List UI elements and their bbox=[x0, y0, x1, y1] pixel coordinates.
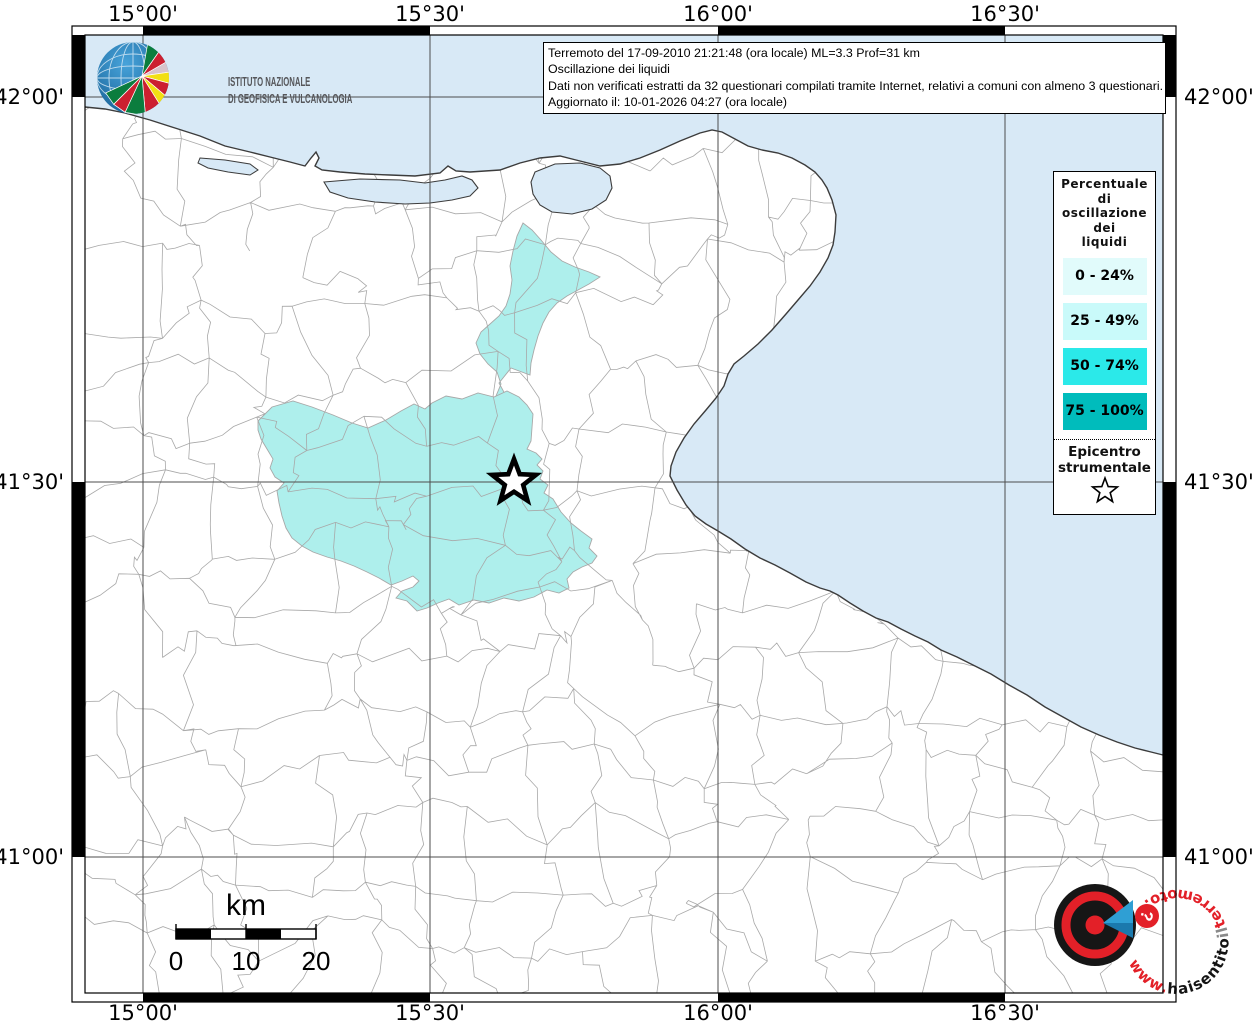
axis-bottom-0: 15°00' bbox=[108, 1001, 178, 1024]
legend-epicenter-line2: strumentale bbox=[1058, 459, 1151, 476]
axis-right-2: 41°00' bbox=[1184, 845, 1254, 869]
legend-title-line: oscillazione bbox=[1062, 206, 1147, 220]
legend-class-2-label: 50 - 74% bbox=[1070, 358, 1139, 374]
axis-bottom-3: 16°30' bbox=[970, 1001, 1040, 1024]
info-line-event: Terremoto del 17-09-2010 21:21:48 (ora l… bbox=[548, 46, 920, 60]
legend-title-line: dei bbox=[1093, 220, 1116, 235]
macroseismic-map-page: ISTITUTO NAZIONALE DI GEOFISICA E VULCAN… bbox=[0, 0, 1256, 1024]
scale-bar-unit: km bbox=[226, 889, 266, 922]
ingv-name-line2: DI GEOFISICA E VULCANOLOGIA bbox=[228, 93, 353, 106]
legend-class-2-swatch: 50 - 74% bbox=[1062, 347, 1147, 385]
legend-separator bbox=[1054, 438, 1155, 440]
axis-right-0: 42°00' bbox=[1184, 85, 1254, 109]
scale-tick-20: 20 bbox=[302, 946, 331, 976]
info-line-disclaimer: Dati non verificati estratti da 32 quest… bbox=[548, 78, 1164, 93]
hsit-target-center bbox=[1085, 915, 1105, 935]
legend-title-line: di bbox=[1097, 191, 1112, 206]
legend-class-1-swatch: 25 - 49% bbox=[1062, 302, 1147, 340]
info-line-updated: Aggiornato il: 10-01-2026 04:27 (ora loc… bbox=[548, 95, 788, 110]
axis-top-2: 16°00' bbox=[683, 2, 753, 26]
axis-top-0: 15°00' bbox=[108, 2, 178, 26]
scale-tick-10: 10 bbox=[232, 946, 261, 976]
legend-epicenter-label: Epicentro strumentale bbox=[1054, 444, 1155, 476]
axis-left-0: 42°00' bbox=[0, 85, 64, 109]
legend-epicenter-line1: Epicentro bbox=[1068, 443, 1141, 460]
hsit-text-haisentito: haisentito bbox=[1167, 937, 1233, 998]
axis-right-1: 41°30' bbox=[1184, 470, 1254, 494]
axis-left-1: 41°30' bbox=[0, 470, 64, 494]
legend-title-line: liquidi bbox=[1081, 235, 1128, 249]
legend-title: Percentuale di oscillazione dei liquidi bbox=[1054, 177, 1155, 250]
axis-left-2: 41°00' bbox=[0, 845, 64, 869]
earthquake-info-box: Terremoto del 17-09-2010 21:21:48 (ora l… bbox=[543, 42, 1166, 114]
legend-title-line: Percentuale bbox=[1061, 177, 1148, 191]
scale-tick-0: 0 bbox=[169, 946, 183, 976]
axis-bottom-1: 15°30' bbox=[395, 1001, 465, 1024]
info-line-effect: Oscillazione dei liquidi bbox=[548, 62, 670, 77]
legend-class-3-swatch: 75 - 100% bbox=[1062, 392, 1147, 430]
legend-class-0-label: 0 - 24% bbox=[1075, 268, 1134, 284]
legend-star-icon bbox=[1089, 475, 1120, 503]
legend-class-3-label: 75 - 100% bbox=[1065, 403, 1144, 419]
axis-top-3: 16°30' bbox=[970, 2, 1040, 26]
legend-class-0-swatch: 0 - 24% bbox=[1062, 257, 1147, 295]
axis-bottom-2: 16°00' bbox=[683, 1001, 753, 1024]
ingv-name-line1: ISTITUTO NAZIONALE bbox=[228, 76, 310, 89]
legend-box: Percentuale di oscillazione dei liquidi … bbox=[1053, 171, 1156, 515]
legend-class-1-label: 25 - 49% bbox=[1070, 313, 1139, 329]
axis-top-1: 15°30' bbox=[395, 2, 465, 26]
